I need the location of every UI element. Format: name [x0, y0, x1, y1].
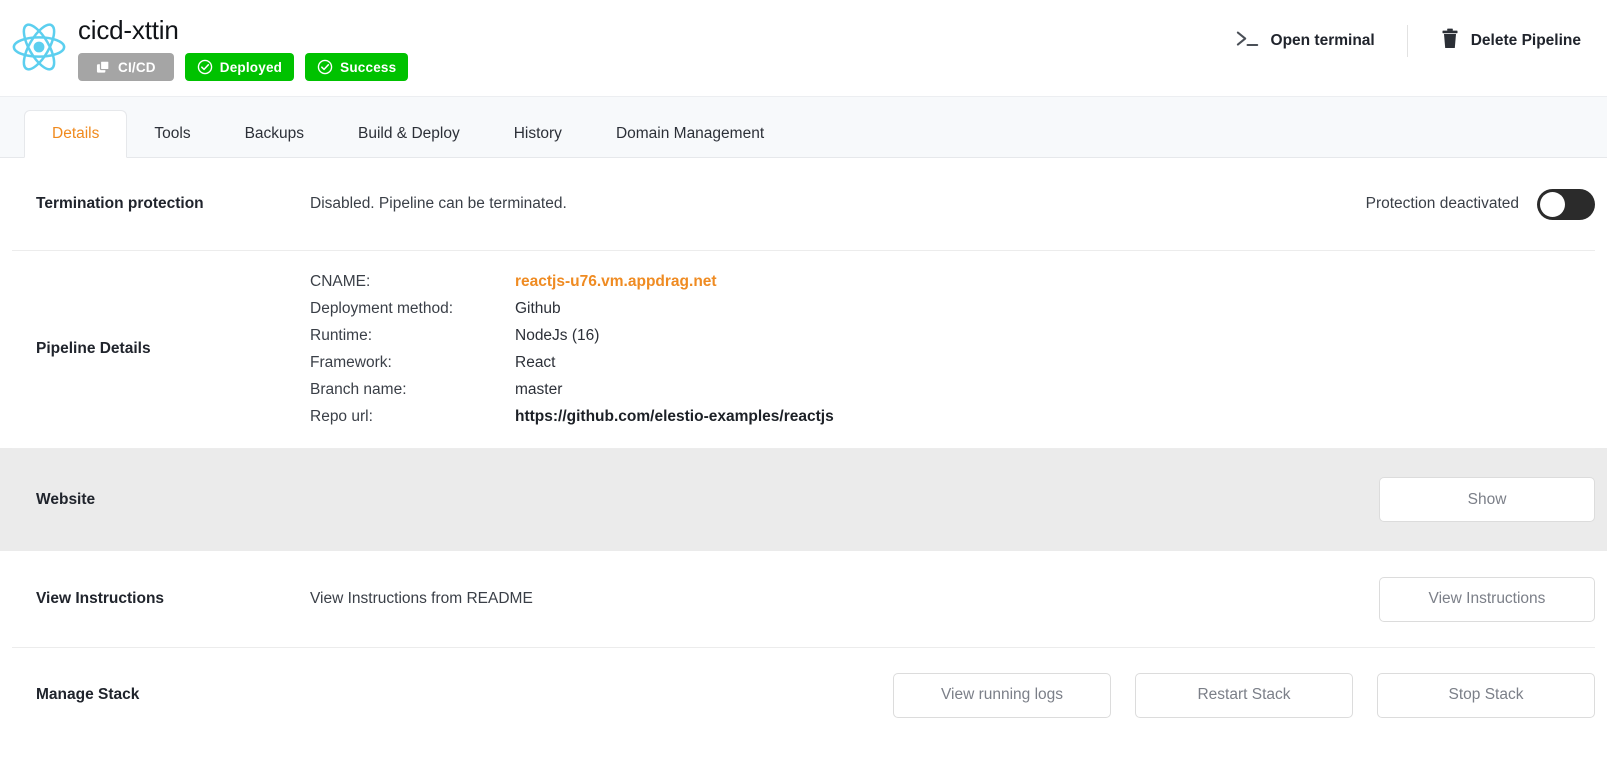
pipeline-details-body: CNAME: reactjs-u76.vm.appdrag.net Deploy… [310, 273, 1595, 426]
detail-key-framework: Framework: [310, 354, 515, 372]
detail-key-branch-name: Branch name: [310, 381, 515, 399]
tab-build-deploy[interactable]: Build & Deploy [331, 110, 487, 158]
detail-value-branch-name: master [515, 381, 562, 399]
layers-icon [96, 60, 111, 75]
detail-key-repo-url: Repo url: [310, 408, 515, 426]
manage-stack-label: Manage Stack [12, 686, 310, 704]
detail-row-deployment-method: Deployment method: Github [310, 300, 1595, 318]
title-block: cicd-xttin CI/CD Deploy [78, 8, 408, 81]
status-badge-success-label: Success [340, 60, 396, 75]
detail-row-branch-name: Branch name: master [310, 381, 1595, 399]
pipeline-details-list: CNAME: reactjs-u76.vm.appdrag.net Deploy… [310, 273, 1595, 426]
detail-value-runtime: NodeJs (16) [515, 327, 599, 345]
manage-stack-actions: View running logs Restart Stack Stop Sta… [893, 673, 1595, 718]
view-instructions-button[interactable]: View Instructions [1379, 577, 1595, 622]
status-badge-deployed-label: Deployed [220, 60, 282, 75]
view-instructions-description: View Instructions from README [310, 590, 1379, 608]
tab-tools-label: Tools [154, 125, 190, 143]
termination-toggle-label: Protection deactivated [1366, 195, 1519, 213]
row-termination-protection: Termination protection Disabled. Pipelin… [0, 158, 1607, 250]
status-badge-success: Success [305, 53, 408, 81]
tab-backups-label: Backups [245, 125, 304, 143]
restart-stack-button[interactable]: Restart Stack [1135, 673, 1353, 718]
details-panel: Termination protection Disabled. Pipelin… [0, 158, 1607, 743]
detail-key-deployment-method: Deployment method: [310, 300, 515, 318]
view-instructions-label: View Instructions [12, 590, 310, 608]
status-badges: CI/CD Deployed Success [78, 53, 408, 81]
tab-details[interactable]: Details [24, 110, 127, 158]
tab-bar: Details Tools Backups Build & Deploy His… [0, 96, 1607, 158]
row-view-instructions: View Instructions View Instructions from… [0, 551, 1607, 647]
detail-value-deployment-method: Github [515, 300, 561, 318]
status-badge-cicd: CI/CD [78, 53, 174, 81]
show-website-button[interactable]: Show [1379, 477, 1595, 522]
check-circle-icon [197, 59, 213, 75]
detail-value-repo-url[interactable]: https://github.com/elestio-examples/reac… [515, 408, 834, 426]
react-atom-logo [6, 14, 72, 80]
row-pipeline-details: Pipeline Details CNAME: reactjs-u76.vm.a… [0, 250, 1607, 448]
tab-backups[interactable]: Backups [218, 110, 331, 158]
tab-details-label: Details [52, 125, 99, 143]
row-website: Website Show [0, 448, 1607, 551]
pipeline-details-label: Pipeline Details [12, 340, 310, 358]
tab-tools[interactable]: Tools [127, 110, 217, 158]
open-terminal-label: Open terminal [1271, 32, 1375, 50]
detail-value-cname[interactable]: reactjs-u76.vm.appdrag.net [515, 273, 717, 291]
check-circle-icon [317, 59, 333, 75]
detail-value-framework: React [515, 354, 556, 372]
header-actions-divider [1407, 25, 1408, 57]
page-title: cicd-xttin [78, 14, 408, 46]
tab-history[interactable]: History [487, 110, 589, 158]
toggle-knob [1540, 192, 1565, 217]
detail-row-cname: CNAME: reactjs-u76.vm.appdrag.net [310, 273, 1595, 291]
tab-domain-management[interactable]: Domain Management [589, 110, 791, 158]
detail-row-framework: Framework: React [310, 354, 1595, 372]
tab-build-deploy-label: Build & Deploy [358, 125, 460, 143]
website-label: Website [12, 491, 310, 509]
manage-stack-button-group: View running logs Restart Stack Stop Sta… [893, 673, 1595, 718]
trash-icon [1440, 28, 1460, 55]
delete-pipeline-label: Delete Pipeline [1471, 32, 1581, 50]
status-badge-deployed: Deployed [185, 53, 294, 81]
website-actions: Show [1379, 477, 1595, 522]
termination-protection-control: Protection deactivated [1366, 189, 1595, 220]
detail-row-runtime: Runtime: NodeJs (16) [310, 327, 1595, 345]
tab-history-label: History [514, 125, 562, 143]
status-badge-cicd-label: CI/CD [118, 60, 156, 75]
open-terminal-button[interactable]: Open terminal [1230, 25, 1381, 58]
delete-pipeline-button[interactable]: Delete Pipeline [1434, 24, 1587, 59]
tab-domain-management-label: Domain Management [616, 125, 764, 143]
termination-protection-toggle[interactable] [1537, 189, 1595, 220]
page-header: cicd-xttin CI/CD Deploy [0, 0, 1607, 96]
view-running-logs-button[interactable]: View running logs [893, 673, 1111, 718]
terminal-prompt-icon [1236, 29, 1260, 54]
header-actions: Open terminal Delete Pipeline [1230, 8, 1587, 64]
detail-key-cname: CNAME: [310, 273, 515, 291]
stop-stack-button[interactable]: Stop Stack [1377, 673, 1595, 718]
view-instructions-actions: View Instructions [1379, 577, 1595, 622]
termination-protection-description: Disabled. Pipeline can be terminated. [310, 195, 1366, 213]
row-manage-stack: Manage Stack View running logs Restart S… [0, 647, 1607, 743]
termination-protection-label: Termination protection [12, 195, 310, 213]
detail-key-runtime: Runtime: [310, 327, 515, 345]
detail-row-repo-url: Repo url: https://github.com/elestio-exa… [310, 408, 1595, 426]
